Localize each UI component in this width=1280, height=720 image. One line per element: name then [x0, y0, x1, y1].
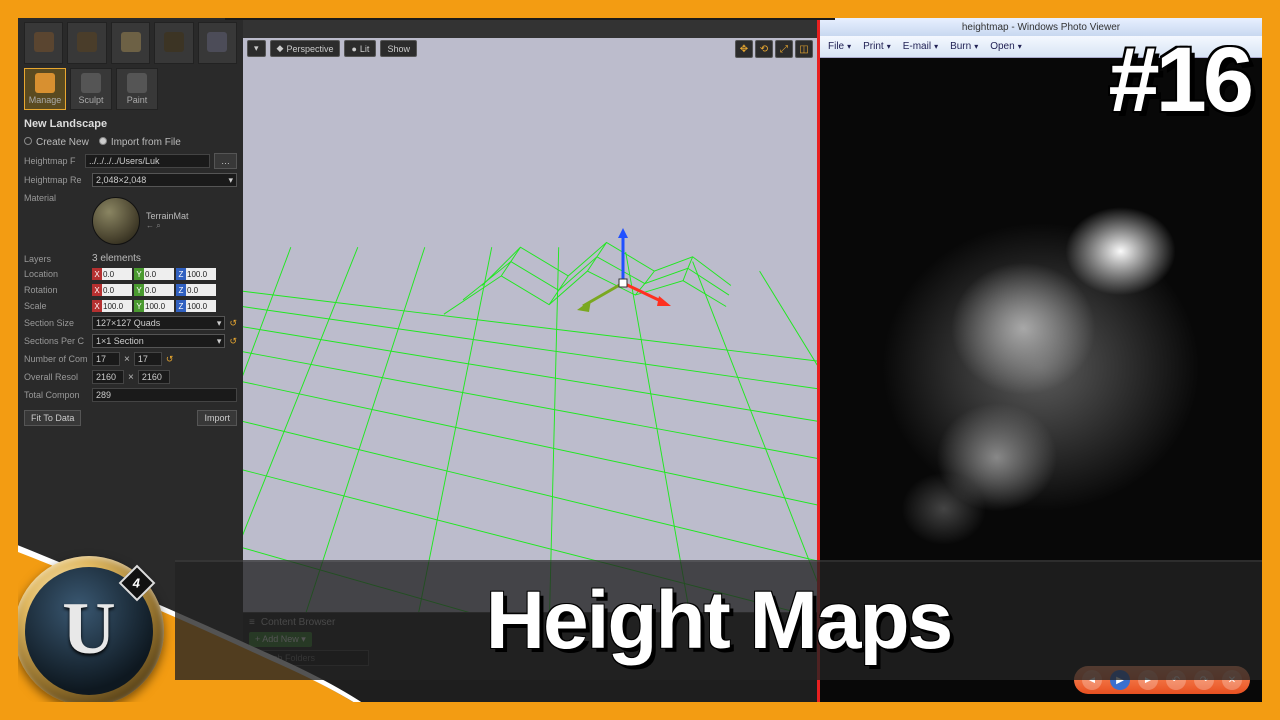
title-overlay: Height Maps: [175, 560, 1262, 680]
unreal-logo: U 4: [14, 556, 164, 706]
main-toolbar: Save Source Control Content Marketplace …: [225, 0, 835, 20]
menu-build[interactable]: Build: [657, 5, 679, 16]
lit-dropdown[interactable]: ● Lit: [344, 40, 376, 57]
section-size-dropdown[interactable]: 127×127 Quads: [92, 316, 225, 330]
pv-print-menu[interactable]: Print: [863, 41, 891, 52]
location-xyz: X Y Z: [92, 268, 216, 280]
scale-z[interactable]: [186, 300, 216, 312]
pv-burn-menu[interactable]: Burn: [950, 41, 978, 52]
snap-icon[interactable]: ◫: [795, 40, 813, 58]
panel-title: New Landscape: [24, 118, 237, 130]
browse-button[interactable]: …: [214, 153, 237, 169]
rot-x[interactable]: [102, 284, 132, 296]
scale-icon[interactable]: ⤢: [775, 40, 793, 58]
loc-z[interactable]: [186, 268, 216, 280]
menu-save[interactable]: Save: [231, 5, 254, 16]
radio-import-file[interactable]: Import from File: [99, 137, 181, 148]
viewport-menu-button[interactable]: ▾: [247, 40, 266, 57]
import-button[interactable]: Import: [197, 410, 237, 426]
total-comp: [92, 388, 237, 402]
heightmap-res-dropdown[interactable]: 2,048×2,048: [92, 173, 237, 187]
radio-create-new[interactable]: Create New: [24, 137, 89, 148]
rot-z[interactable]: [186, 284, 216, 296]
brush-slot[interactable]: [154, 22, 193, 64]
menu-launch[interactable]: Launch: [738, 5, 771, 16]
loc-x[interactable]: [102, 268, 132, 280]
num-comp-a[interactable]: [92, 352, 120, 366]
episode-number: #16: [1109, 28, 1251, 133]
menu-blueprints[interactable]: Blueprints: [538, 5, 582, 16]
scale-y[interactable]: [144, 300, 174, 312]
material-thumbnail[interactable]: [92, 197, 140, 245]
brush-slot[interactable]: [24, 22, 63, 64]
sculpt-tab[interactable]: Sculpt: [70, 68, 112, 110]
scale-xyz: X Y Z: [92, 300, 216, 312]
brush-row-top: [24, 22, 237, 64]
brush-slot[interactable]: [67, 22, 106, 64]
overall-res-a[interactable]: [92, 370, 124, 384]
show-dropdown[interactable]: Show: [380, 40, 417, 57]
num-comp-b[interactable]: [134, 352, 162, 366]
transform-icon[interactable]: ✥: [735, 40, 753, 58]
sections-per-dropdown[interactable]: 1×1 Section: [92, 334, 225, 348]
brush-slot[interactable]: [198, 22, 237, 64]
fit-to-data-button[interactable]: Fit To Data: [24, 410, 81, 426]
layers-count: 3 elements: [92, 253, 141, 264]
pv-file-menu[interactable]: File: [828, 41, 851, 52]
menu-settings[interactable]: Settings: [477, 5, 513, 16]
rotate-icon[interactable]: ⟲: [755, 40, 773, 58]
menu-marketplace[interactable]: Marketplace: [409, 5, 463, 16]
paint-tab[interactable]: Paint: [116, 68, 158, 110]
menu-play[interactable]: Play: [704, 5, 723, 16]
loc-y[interactable]: [144, 268, 174, 280]
menu-source-control[interactable]: Source Control: [268, 5, 335, 16]
rotation-xyz: X Y Z: [92, 284, 216, 296]
pv-open-menu[interactable]: Open: [990, 41, 1021, 52]
video-title: Height Maps: [486, 574, 951, 668]
heightmap-file-input[interactable]: [85, 154, 210, 168]
rot-y[interactable]: [144, 284, 174, 296]
perspective-dropdown[interactable]: ◆ Perspective: [270, 40, 341, 57]
mode-row: Manage Sculpt Paint: [24, 68, 237, 110]
overall-res-b[interactable]: [138, 370, 170, 384]
scale-x[interactable]: [102, 300, 132, 312]
menu-matinee[interactable]: Matinee: [597, 5, 633, 16]
brush-slot[interactable]: [111, 22, 150, 64]
manage-tab[interactable]: Manage: [24, 68, 66, 110]
pv-email-menu[interactable]: E-mail: [903, 41, 938, 52]
menu-content[interactable]: Content: [360, 5, 395, 16]
material-name: TerrainMat: [146, 211, 189, 221]
